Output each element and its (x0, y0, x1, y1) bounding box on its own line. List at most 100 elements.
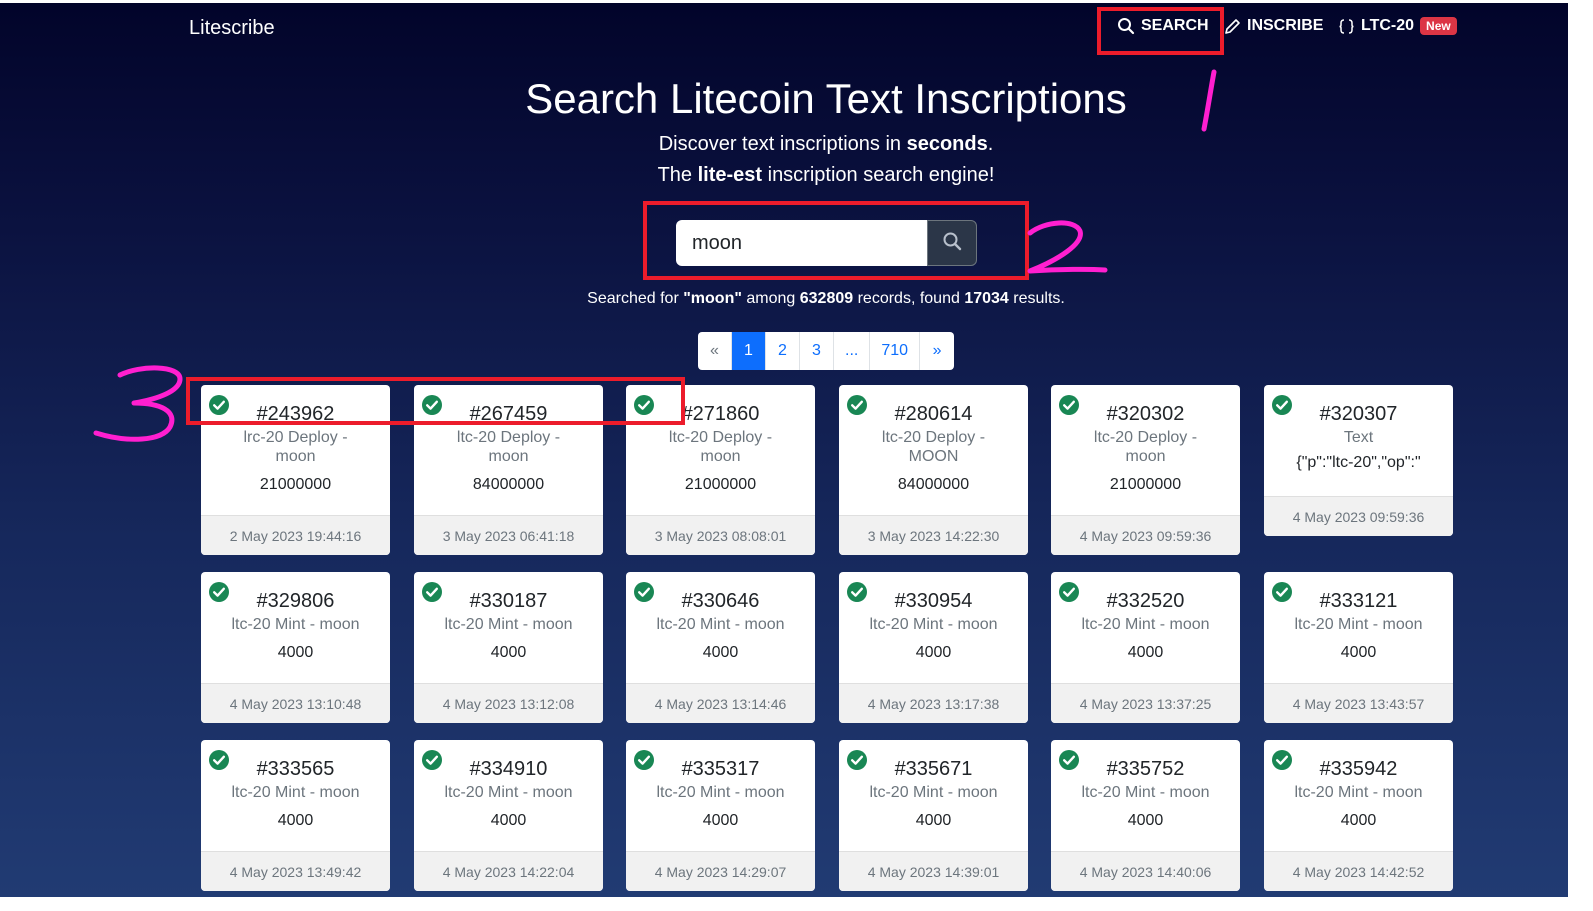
card-timestamp: 4 May 2023 14:22:04 (414, 851, 603, 891)
inscription-number: #320302 (1106, 403, 1185, 425)
verified-check-icon (634, 750, 654, 770)
search-form (676, 220, 977, 266)
verified-check-icon (1272, 582, 1292, 602)
inscription-number: #335942 (1319, 758, 1398, 780)
card-type: ltc-20 Mint - moon (656, 784, 785, 801)
card-value: 4000 (1340, 644, 1377, 661)
card-value: 4000 (702, 812, 739, 829)
nav-search-link[interactable]: SEARCH (1117, 17, 1209, 35)
card-type: ltc-20 Mint - moon (1294, 616, 1423, 633)
card-type: ltc-20 Deploy - moon (1093, 429, 1198, 465)
card-value: 84000000 (472, 476, 545, 493)
verified-check-icon (1272, 395, 1292, 415)
card-type: ltc-20 Mint - moon (231, 616, 360, 633)
inscription-card[interactable]: #330646 ltc-20 Mint - moon 4000 4 May 2023 … (626, 572, 815, 723)
card-type: Text (1343, 429, 1374, 446)
inscription-card[interactable]: #335942 ltc-20 Mint - moon 4000 4 May 2023 … (1264, 740, 1453, 891)
card-timestamp: 3 May 2023 06:41:18 (414, 515, 603, 555)
inscription-card[interactable]: #335752 ltc-20 Mint - moon 4000 4 May 2023 … (1051, 740, 1240, 891)
card-value: 4000 (1127, 644, 1164, 661)
card-timestamp: 4 May 2023 13:14:46 (626, 683, 815, 723)
inscription-number: #332520 (1106, 590, 1185, 612)
inscription-card[interactable]: #333121 ltc-20 Mint - moon 4000 4 May 2023 … (1264, 572, 1453, 723)
verified-check-icon (1059, 582, 1079, 602)
inscription-number: #280614 (894, 403, 973, 425)
inscription-number: #243962 (256, 403, 335, 425)
card-type: ltc-20 Mint - moon (656, 616, 785, 633)
nav-inscribe-link[interactable]: INSCRIBE (1224, 17, 1323, 35)
inscription-card[interactable]: #330187 ltc-20 Mint - moon 4000 4 May 2023 … (414, 572, 603, 723)
page-ellipsis[interactable]: ... (834, 332, 871, 370)
card-timestamp: 4 May 2023 14:42:52 (1264, 851, 1453, 891)
verified-check-icon (634, 582, 654, 602)
inscription-card[interactable]: #335317 ltc-20 Mint - moon 4000 4 May 2023 … (626, 740, 815, 891)
inscription-number: #334910 (469, 758, 548, 780)
card-value: 4000 (277, 644, 314, 661)
card-value: 4000 (490, 812, 527, 829)
card-type: ltc-20 Deploy - moon (456, 429, 561, 465)
page-3[interactable]: 3 (800, 332, 834, 370)
card-value: 21000000 (259, 476, 332, 493)
card-timestamp: 4 May 2023 13:17:38 (839, 683, 1028, 723)
page-next[interactable]: » (920, 332, 954, 370)
card-type: ltc-20 Mint - moon (869, 616, 998, 633)
inscription-number: #335671 (894, 758, 973, 780)
inscription-card[interactable]: #320302 ltc-20 Deploy - moon 21000000 4 May … (1051, 385, 1240, 555)
card-timestamp: 3 May 2023 08:08:01 (626, 515, 815, 555)
page-2[interactable]: 2 (766, 332, 800, 370)
verified-check-icon (1059, 395, 1079, 415)
card-type: ltc-20 Mint - moon (444, 784, 573, 801)
card-value: {"p":"ltc-20","op":" (1296, 454, 1421, 471)
search-button[interactable] (927, 220, 977, 266)
inscription-number: #271860 (681, 403, 760, 425)
card-timestamp: 2 May 2023 19:44:16 (201, 515, 390, 555)
inscription-card[interactable]: #333565 ltc-20 Mint - moon 4000 4 May 2023 … (201, 740, 390, 891)
verified-check-icon (847, 582, 867, 602)
inscription-card[interactable]: #335671 ltc-20 Mint - moon 4000 4 May 2023 … (839, 740, 1028, 891)
card-type: lrc-20 Deploy - moon (243, 429, 348, 465)
nav-inscribe-label: INSCRIBE (1247, 17, 1324, 34)
card-value: 4000 (915, 644, 952, 661)
card-value: 4000 (915, 812, 952, 829)
page-1[interactable]: 1 (732, 332, 766, 370)
inscription-number: #267459 (469, 403, 548, 425)
inscription-card[interactable]: #329806 ltc-20 Mint - moon 4000 4 May 2023 … (201, 572, 390, 723)
verified-check-icon (209, 582, 229, 602)
inscription-number: #330954 (894, 590, 973, 612)
card-timestamp: 4 May 2023 13:12:08 (414, 683, 603, 723)
inscription-card[interactable]: #271860 ltc-20 Deploy - moon 21000000 3 May … (626, 385, 815, 555)
inscription-card[interactable]: #280614 ltc-20 Deploy - MOON 84000000 3 May … (839, 385, 1028, 555)
card-timestamp: 3 May 2023 14:22:30 (839, 515, 1028, 555)
inscription-card[interactable]: #243962 lrc-20 Deploy - moon 21000000 2 May … (201, 385, 390, 555)
inscription-card[interactable]: #267459 ltc-20 Deploy - moon 84000000 3 May … (414, 385, 603, 555)
page-710[interactable]: 710 (870, 332, 921, 370)
card-timestamp: 4 May 2023 09:59:36 (1051, 515, 1240, 555)
card-value: 84000000 (897, 476, 970, 493)
card-timestamp: 4 May 2023 13:49:42 (201, 851, 390, 891)
search-button-icon (942, 231, 962, 256)
verified-check-icon (422, 582, 442, 602)
verified-check-icon (847, 395, 867, 415)
inscription-card[interactable]: #330954 ltc-20 Mint - moon 4000 4 May 2023 … (839, 572, 1028, 723)
brand-logo[interactable]: Litescribe (189, 17, 275, 40)
inscription-number: #329806 (256, 590, 335, 612)
verified-check-icon (1272, 750, 1292, 770)
search-input[interactable] (676, 220, 927, 266)
card-type: ltc-20 Deploy - moon (668, 429, 773, 465)
page-prev[interactable]: « (698, 332, 732, 370)
nav-ltc20-link[interactable]: LTC-20 New (1338, 17, 1457, 35)
card-timestamp: 4 May 2023 13:10:48 (201, 683, 390, 723)
card-value: 4000 (490, 644, 527, 661)
card-value: 4000 (1127, 812, 1164, 829)
verified-check-icon (1059, 750, 1079, 770)
inscription-card[interactable]: #334910 ltc-20 Mint - moon 4000 4 May 2023 … (414, 740, 603, 891)
pencil-icon (1224, 18, 1241, 35)
card-timestamp: 4 May 2023 14:40:06 (1051, 851, 1240, 891)
inscription-card[interactable]: #332520 ltc-20 Mint - moon 4000 4 May 2023 … (1051, 572, 1240, 723)
verified-check-icon (422, 395, 442, 415)
inscription-card[interactable]: #320307 Text {"p":"ltc-20","op":" 4 May 202… (1264, 385, 1453, 536)
card-type: ltc-20 Deploy - MOON (881, 429, 986, 465)
inscription-number: #335752 (1106, 758, 1185, 780)
braces-icon (1338, 18, 1355, 35)
hero-subtitle-2: The lite-est inscription search engine! (657, 164, 995, 186)
